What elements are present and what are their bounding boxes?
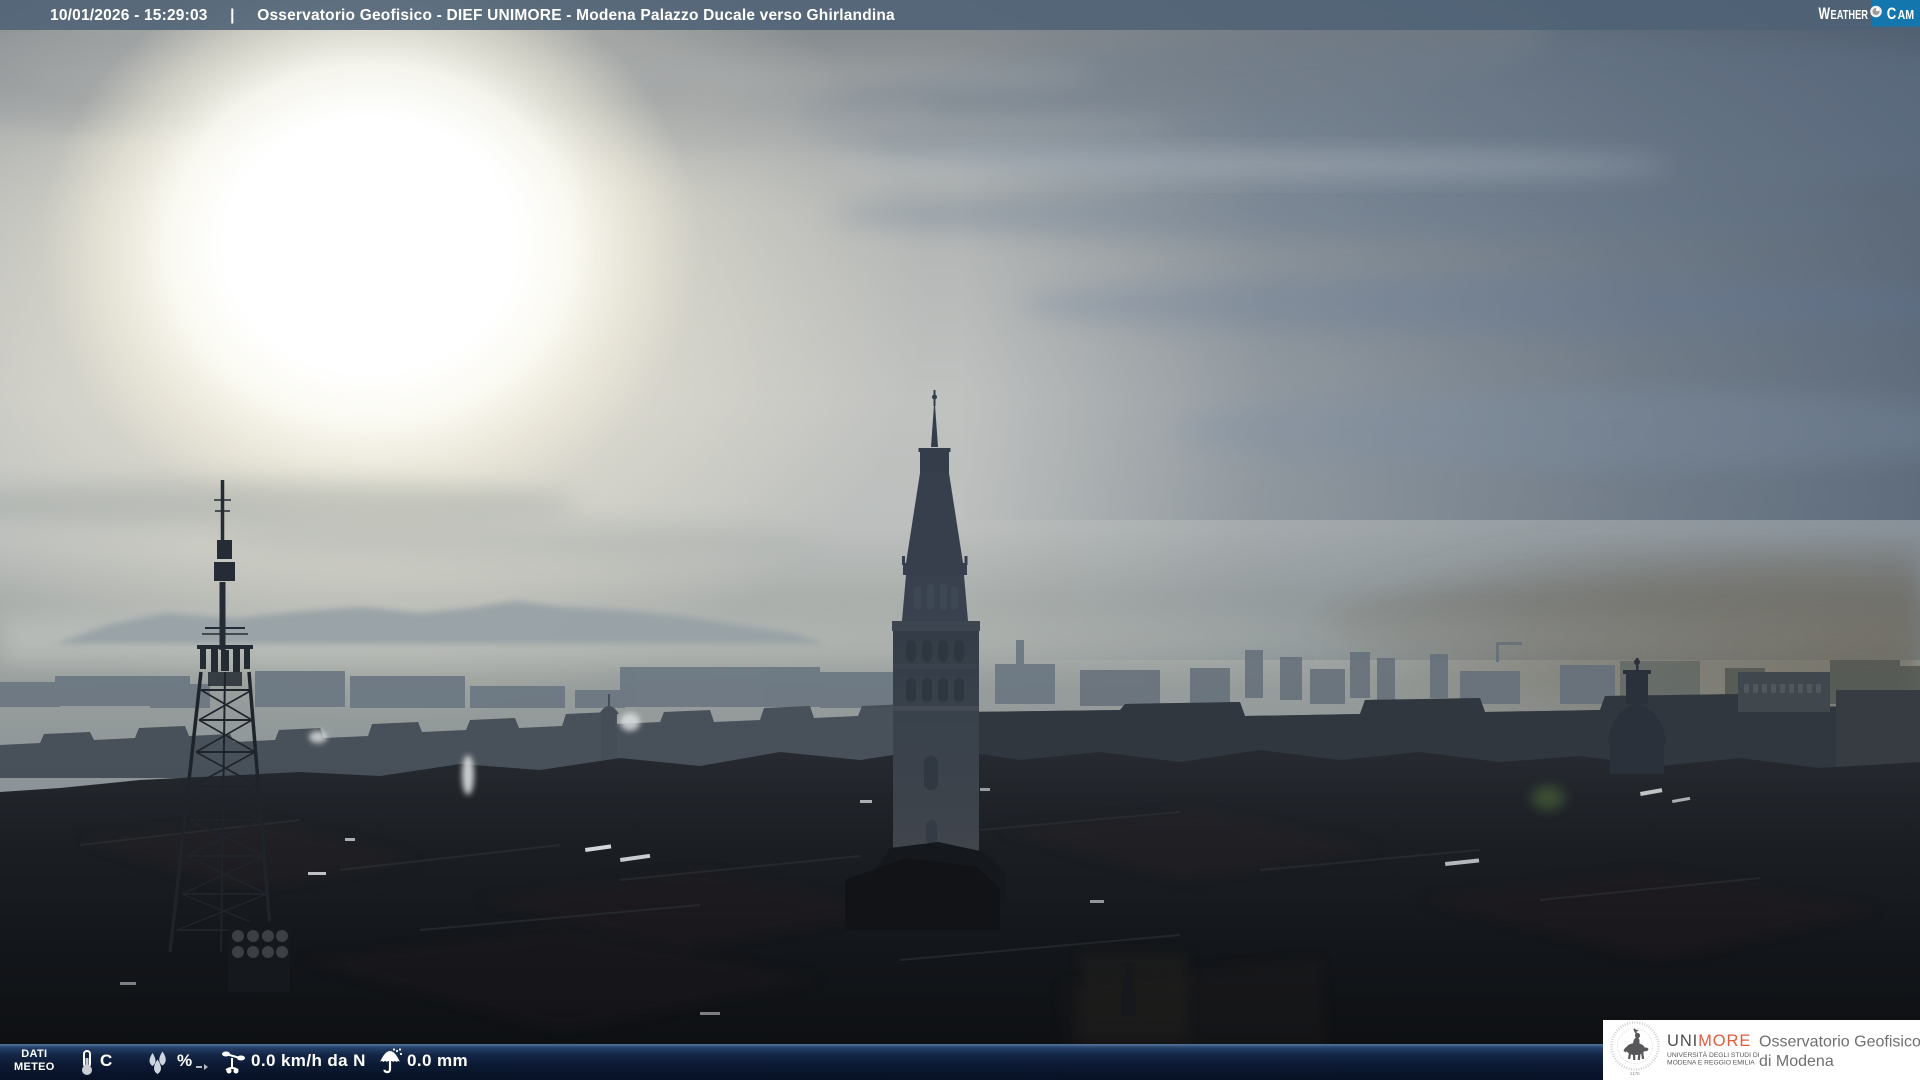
svg-text:Osservatorio Geofisico: Osservatorio Geofisico: [1759, 1034, 1920, 1051]
svg-text:EATHER: EATHER: [1831, 7, 1869, 22]
svg-text:MODENA E REGGIO EMILIA: MODENA E REGGIO EMILIA: [1667, 1060, 1755, 1067]
svg-text:C: C: [1887, 4, 1897, 23]
svg-text:di Modena: di Modena: [1759, 1053, 1834, 1070]
svg-text:AM: AM: [1898, 7, 1915, 22]
svg-text:1175: 1175: [1630, 1071, 1640, 1076]
svg-text:UNIMORE: UNIMORE: [1667, 1032, 1751, 1050]
svg-text:UNIVERSITÀ DEGLI STUDI DI: UNIVERSITÀ DEGLI STUDI DI: [1667, 1050, 1760, 1059]
svg-text:W: W: [1819, 4, 1831, 23]
